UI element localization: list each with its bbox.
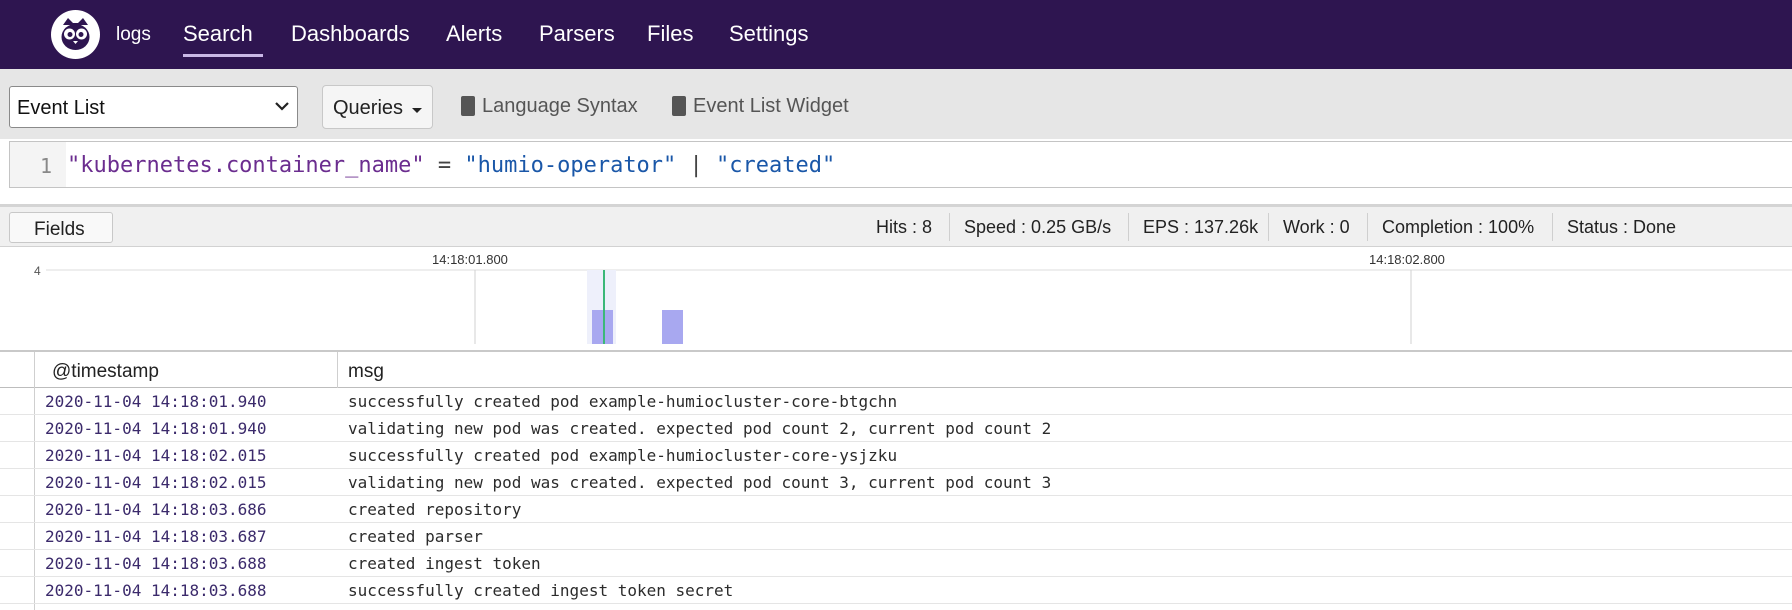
table-header: @timestamp msg (0, 352, 1792, 388)
column-header-timestamp[interactable]: @timestamp (52, 361, 159, 383)
row-message: created parser (348, 527, 483, 546)
nav-search[interactable]: Search (183, 21, 253, 47)
nav-alerts[interactable]: Alerts (446, 21, 502, 47)
row-timestamp: 2020-11-04 14:18:03.686 (45, 500, 267, 519)
row-timestamp: 2020-11-04 14:18:03.687 (45, 527, 267, 546)
stat-separator (1367, 213, 1368, 241)
row-message: created repository (348, 500, 522, 519)
line-number: 1 (40, 154, 53, 178)
column-header-msg[interactable]: msg (348, 361, 384, 383)
table-row[interactable]: 2020-11-04 14:18:03.688 successfully cre… (0, 577, 1792, 604)
histogram-tick-label: 14:18:01.800 (432, 252, 508, 267)
speed-stat: Speed : 0.25 GB/s (964, 217, 1112, 237)
event-list-widget-link[interactable]: Event List Widget (693, 95, 849, 118)
hits-stat: Hits : 8 (876, 217, 933, 237)
histogram-y-max-label: 4 (34, 264, 41, 278)
queries-label: Queries (333, 97, 404, 119)
table-row[interactable]: 2020-11-04 14:18:01.940 validating new p… (0, 415, 1792, 442)
nav-files[interactable]: Files (647, 21, 693, 47)
search-toolbar: Event List Queries Language Syntax Event… (0, 69, 1792, 139)
work-stat: Work : 0 (1283, 217, 1350, 237)
query-editor[interactable]: 1 "kubernetes.container_name" = "humio-o… (9, 141, 1792, 188)
table-row[interactable]: 2020-11-04 14:18:02.015 validating new p… (0, 469, 1792, 496)
table-row[interactable]: 2020-11-04 14:18:03.687 created parser (0, 523, 1792, 550)
top-nav: logs Search Dashboards Alerts Parsers Fi… (0, 0, 1792, 69)
fields-button[interactable]: Fields (9, 212, 113, 243)
row-timestamp: 2020-11-04 14:18:02.015 (45, 446, 267, 465)
stat-separator (949, 213, 950, 241)
query-operator-token: = (424, 153, 465, 178)
event-list-table: @timestamp msg 2020-11-04 14:18:01.940 s… (0, 352, 1792, 610)
eps-stat: EPS : 137.26k (1143, 217, 1259, 237)
row-timestamp: 2020-11-04 14:18:01.940 (45, 419, 267, 438)
queries-dropdown-button[interactable]: Queries (322, 85, 433, 129)
table-row[interactable]: 2020-11-04 14:18:01.940 successfully cre… (0, 388, 1792, 415)
stat-separator (1268, 213, 1269, 241)
row-message: successfully created ingest token secret (348, 581, 734, 600)
table-row[interactable]: 2020-11-04 14:18:03.688 created ingest t… (0, 550, 1792, 577)
histogram-bar[interactable] (662, 310, 683, 344)
nav-parsers[interactable]: Parsers (539, 21, 615, 47)
row-timestamp: 2020-11-04 14:18:03.688 (45, 581, 267, 600)
widget-type-select[interactable]: Event List (9, 86, 298, 128)
nav-settings[interactable]: Settings (729, 21, 809, 47)
row-message: validating new pod was created. expected… (348, 473, 1052, 492)
query-code: "kubernetes.container_name" = "humio-ope… (67, 153, 835, 178)
query-value-token: "humio-operator" (464, 153, 677, 178)
table-row[interactable]: 2020-11-04 14:18:02.015 successfully cre… (0, 442, 1792, 469)
status-stat: Status : Done (1567, 217, 1677, 237)
row-timestamp: 2020-11-04 14:18:02.015 (45, 473, 267, 492)
completion-stat: Completion : 100% (1382, 217, 1535, 237)
row-timestamp: 2020-11-04 14:18:03.688 (45, 554, 267, 573)
widget-type-value: Event List (17, 97, 105, 119)
row-timestamp: 2020-11-04 14:18:01.940 (45, 392, 267, 411)
chevron-down-icon (275, 102, 289, 111)
nav-dashboards[interactable]: Dashboards (291, 21, 410, 47)
editor-gutter (10, 142, 66, 187)
row-message: validating new pod was created. expected… (348, 419, 1052, 438)
histogram-bar[interactable] (592, 310, 613, 344)
book-icon (672, 96, 686, 116)
search-status-bar: Fields Hits : 8 Speed : 0.25 GB/s EPS : … (0, 207, 1792, 247)
histogram-tick-label: 14:18:02.800 (1369, 252, 1445, 267)
stat-separator (1128, 213, 1129, 241)
query-filter-token: "created" (716, 153, 836, 178)
caret-down-icon (412, 108, 422, 113)
row-message: created ingest token (348, 554, 541, 573)
row-message: successfully created pod example-humiocl… (348, 392, 898, 411)
repository-name[interactable]: logs (116, 24, 151, 46)
fields-label: Fields (34, 219, 85, 240)
query-field-token: "kubernetes.container_name" (67, 153, 425, 178)
row-message: successfully created pod example-humiocl… (348, 446, 898, 465)
nav-active-indicator (183, 54, 263, 57)
table-row[interactable]: 2020-11-04 14:18:03.686 created reposito… (0, 496, 1792, 523)
humio-owl-logo-icon[interactable] (51, 10, 100, 59)
event-histogram[interactable]: 4 14:18:01.800 14:18:02.800 (0, 248, 1792, 351)
stat-separator (1552, 213, 1553, 241)
language-syntax-link[interactable]: Language Syntax (482, 95, 638, 118)
query-pipe-token: | (676, 153, 717, 178)
book-icon (461, 96, 475, 116)
column-divider (337, 352, 338, 388)
